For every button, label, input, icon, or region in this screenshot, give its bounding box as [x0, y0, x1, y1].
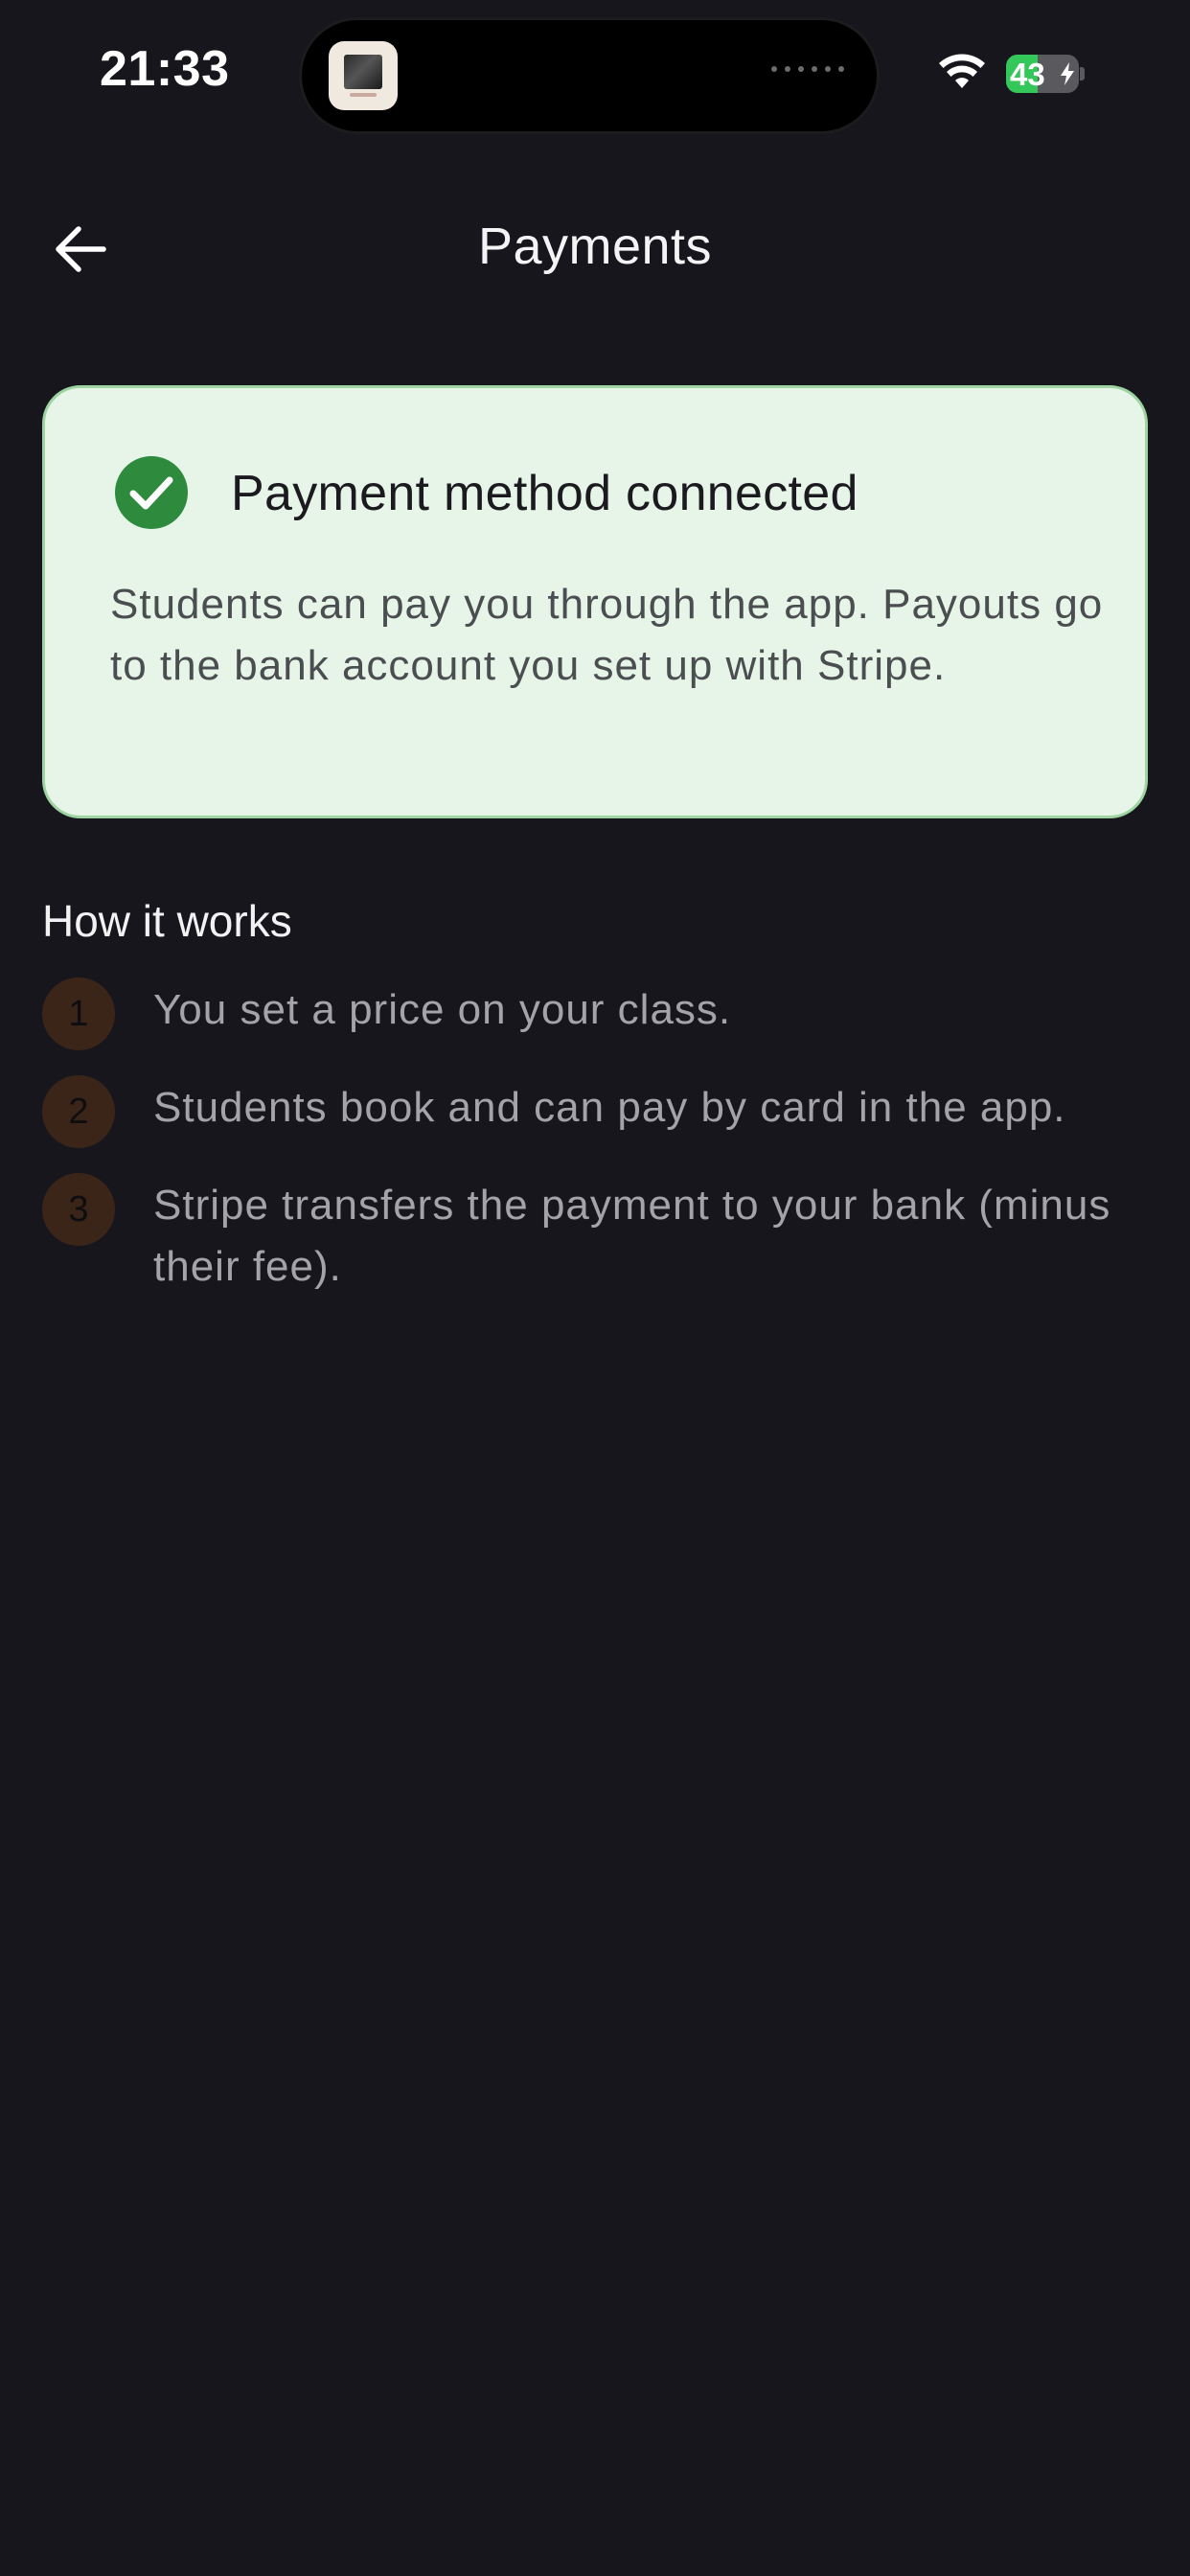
activity-dots-icon	[771, 66, 844, 72]
status-time: 21:33	[100, 41, 230, 97]
check-circle-icon	[115, 456, 188, 529]
wifi-icon	[939, 54, 985, 88]
step-text: You set a price on your class.	[153, 986, 732, 1033]
dynamic-island[interactable]	[299, 17, 880, 134]
how-it-works-heading: How it works	[42, 896, 292, 946]
step-number-badge: 2	[42, 1075, 115, 1148]
header: Payments	[0, 192, 1190, 307]
step-number-badge: 3	[42, 1173, 115, 1246]
step-text: Stripe transfers the payment to your ban…	[153, 1182, 1111, 1290]
card-description: Students can pay you through the app. Pa…	[110, 581, 1104, 689]
payment-connected-card: Payment method connected Students can pa…	[42, 385, 1148, 818]
page-title: Payments	[477, 218, 713, 275]
step-text: Students book and can pay by card in the…	[153, 1084, 1066, 1131]
payments-screen: 21:33 43 Payments Payment method connect…	[0, 0, 1190, 2576]
step-number-badge: 1	[42, 978, 115, 1050]
battery-level: 43	[1010, 57, 1045, 92]
card-title: Payment method connected	[231, 466, 858, 521]
charging-bolt-icon	[1061, 62, 1074, 85]
battery-icon: 43	[1006, 55, 1085, 93]
status-bar: 21:33 43	[0, 0, 1190, 144]
now-playing-app-icon[interactable]	[329, 41, 398, 110]
